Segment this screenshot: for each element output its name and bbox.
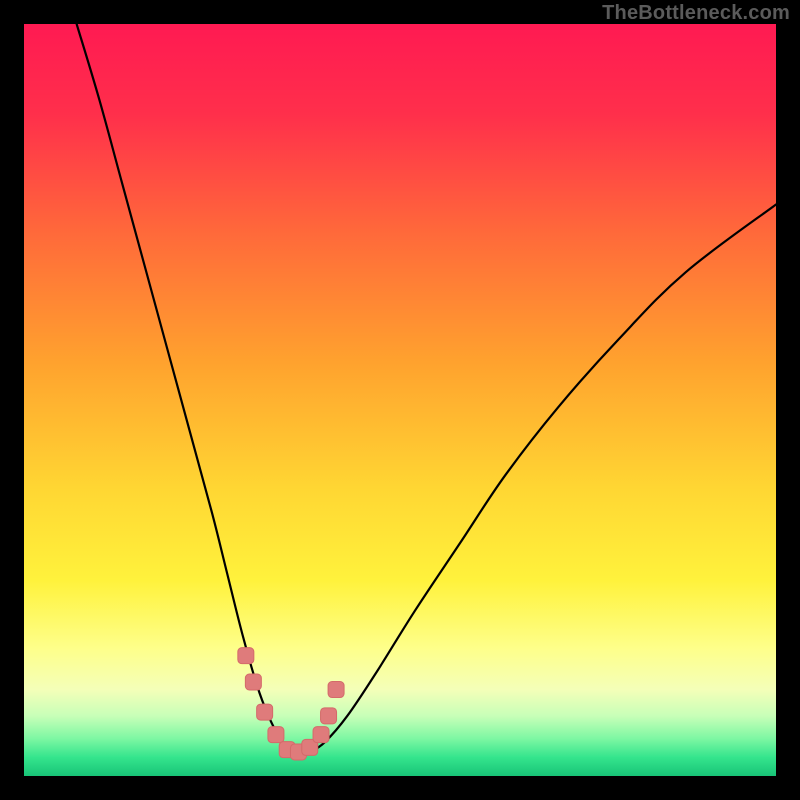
watermark-text: TheBottleneck.com [602, 2, 790, 25]
heat-gradient-background [24, 24, 776, 776]
plot-area [24, 24, 776, 776]
chart-frame: TheBottleneck.com [0, 0, 800, 800]
